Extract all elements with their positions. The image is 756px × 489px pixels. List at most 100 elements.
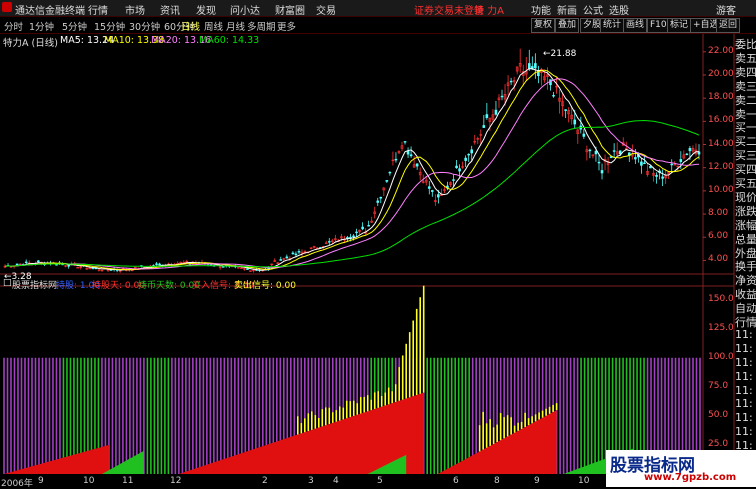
draw-line-button[interactable]: 画线 (623, 18, 648, 33)
quote-panel-label: 11: (735, 425, 753, 439)
tab-period-active[interactable]: 日线 (181, 19, 200, 33)
price-tick-label: 10.00 (708, 184, 734, 195)
indicator-tick-label: 100.0 (708, 351, 734, 362)
candle-body (279, 259, 283, 261)
watermark-url: www.7gpzb.com (644, 472, 737, 483)
candle-body (455, 165, 458, 168)
candle-body (415, 163, 419, 167)
candle-body (467, 153, 470, 156)
candle-body (688, 148, 692, 152)
quote-panel-label: 11: (735, 327, 753, 341)
mark-button[interactable]: 标记 (667, 18, 692, 33)
date-tick-label: 4 (333, 476, 339, 486)
candle-body (37, 260, 40, 263)
menu-item-formula[interactable]: 公式 (583, 2, 603, 17)
candle-body (67, 265, 70, 267)
indicator-tick-label: 75.0 (708, 380, 729, 391)
price-tick-label: 22.00 (708, 45, 734, 56)
price-tick-label: 6.00 (708, 231, 729, 242)
date-tick-label: 9 (534, 476, 540, 486)
menu-item-function[interactable]: 功能 (531, 2, 551, 17)
indicator-name: 股票指标网 (12, 281, 58, 291)
candle-body (534, 63, 537, 69)
overlay-button[interactable]: 叠加 (555, 18, 580, 33)
menu-item[interactable]: 财富圈 (275, 2, 305, 17)
candle-body (640, 161, 643, 166)
back-button[interactable]: 返回 (716, 18, 741, 33)
menu-item[interactable]: 资讯 (160, 2, 180, 17)
tab-period[interactable]: 30分钟 (129, 19, 160, 33)
candle-body (15, 263, 19, 266)
candle-body (588, 149, 592, 152)
price-tick-label: 20.00 (708, 68, 734, 79)
menu-item[interactable]: 行情 (88, 2, 108, 17)
candle-body (600, 170, 604, 174)
menu-item[interactable]: 交易 (316, 2, 336, 17)
menu-item[interactable]: 发现 (196, 2, 216, 17)
candle-body (327, 241, 331, 243)
date-tick-label: 6 (453, 476, 459, 486)
tab-period-more[interactable]: 更多 (277, 19, 296, 33)
tab-period[interactable]: 月线 (226, 19, 245, 33)
candle-body (549, 79, 552, 86)
candle-body (179, 261, 183, 264)
adjust-button[interactable]: 复权 (531, 18, 556, 33)
tab-period[interactable]: 15分钟 (94, 19, 125, 33)
menu-item[interactable]: 问小达 (230, 2, 260, 17)
candle-body (437, 194, 440, 198)
tab-period[interactable]: 多周期 (247, 19, 276, 33)
indicator-icon: □ (3, 278, 12, 288)
user-label[interactable]: 游客 (716, 2, 736, 17)
indicator-sell-signal: 卖出信号: 0.00 (234, 281, 296, 291)
candle-body (294, 253, 298, 256)
candle-body (367, 225, 370, 227)
quote-panel-label: 11: (735, 397, 753, 411)
candle-body (291, 252, 295, 255)
quote-panel-label: 11: (735, 383, 753, 397)
candle-body (697, 151, 701, 155)
candle-body (388, 171, 392, 174)
candle-body (158, 263, 161, 266)
candle-body (582, 133, 586, 137)
candle-body (155, 263, 158, 265)
price-tick-label: 8.00 (708, 208, 729, 219)
candle-body (91, 267, 95, 270)
quote-panel-label: 11: (735, 369, 753, 383)
period-toolbar: 分时 1分钟 5分钟 15分钟 30分钟 60分钟 日线 周线 月线 多周期 更… (0, 17, 756, 34)
date-axis: 2006年910111223456891011 (0, 476, 631, 489)
date-tick-label: 10 (83, 476, 95, 486)
candle-body (361, 226, 364, 230)
current-stock: 特 力A (474, 6, 505, 17)
quote-panel-label: 11: (735, 341, 753, 355)
candle-body (500, 95, 504, 98)
quote-panel-label: 11: (735, 355, 753, 369)
stats-button[interactable]: 统计 (600, 18, 625, 33)
kline-chart[interactable]: ←21.88←3.28 (0, 34, 756, 476)
menu-item-new[interactable]: 新画 (557, 2, 577, 17)
price-tick-label: 16.00 (708, 115, 734, 126)
candle-body (246, 268, 249, 270)
high-price-label: ←21.88 (543, 49, 577, 59)
candle-body (352, 235, 355, 238)
tab-period[interactable]: 5分钟 (62, 19, 87, 33)
date-tick-label: 9 (38, 476, 44, 486)
candle-body (594, 150, 598, 155)
candle-body (685, 153, 689, 156)
menu-item[interactable]: 市场 (125, 2, 145, 17)
candle-body (679, 159, 683, 162)
indicator-tick-label: 150.0 (708, 293, 734, 304)
tab-period[interactable]: 1分钟 (29, 19, 54, 33)
tab-period[interactable]: 分时 (4, 19, 23, 33)
price-tick-label: 4.00 (708, 254, 729, 265)
tab-period[interactable]: 周线 (204, 19, 223, 33)
menu-item-select[interactable]: 选股 (609, 2, 629, 17)
candle-body (552, 95, 555, 97)
candle-body (655, 174, 658, 177)
candle-body (612, 150, 616, 152)
title-bar: 通达信金融终端 行情 市场 资讯 发现 问小达 财富圈 交易 证券交易未登录 特… (0, 0, 756, 17)
indicator-cash-days: 持币天数: 0.00 (138, 281, 200, 291)
indicator-tick-label: 50.0 (708, 409, 729, 420)
candle-body (618, 150, 622, 155)
ma10-line (4, 69, 700, 271)
candle-body (376, 200, 380, 203)
